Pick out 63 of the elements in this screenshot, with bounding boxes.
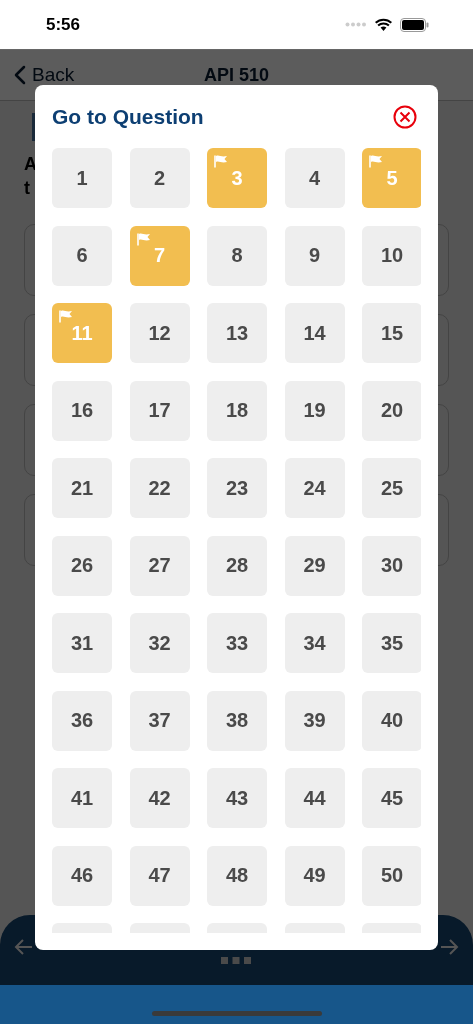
question-tile[interactable]: 19 <box>284 380 345 441</box>
question-tile[interactable]: 49 <box>284 845 345 906</box>
question-tile[interactable]: 2 <box>129 148 190 208</box>
question-tile[interactable]: 15 <box>362 303 421 363</box>
arrow-right-icon[interactable] <box>439 937 459 957</box>
question-tile[interactable]: 40 <box>362 690 421 751</box>
question-tile[interactable]: 38 <box>207 690 267 751</box>
dialog-title: Go to Question <box>52 104 204 129</box>
status-time: 5:56 <box>46 14 81 35</box>
flag-icon <box>136 232 151 246</box>
question-tile[interactable]: 14 <box>284 303 345 363</box>
question-tile[interactable]: 12 <box>129 303 190 363</box>
question-tile[interactable]: 33 <box>207 613 267 673</box>
close-icon[interactable] <box>393 104 417 129</box>
question-tile[interactable]: 34 <box>284 613 345 673</box>
question-tile[interactable]: 42 <box>129 768 190 828</box>
battery-icon <box>400 17 429 32</box>
question-tile[interactable]: 1 <box>52 148 112 208</box>
flag-icon <box>369 155 383 168</box>
question-tile[interactable]: 45 <box>362 768 421 828</box>
question-tile[interactable]: 48 <box>207 845 267 906</box>
question-tile[interactable]: 35 <box>362 613 421 673</box>
question-tile[interactable]: 44 <box>284 768 345 828</box>
question-tile[interactable]: 41 <box>52 768 112 828</box>
wifi-icon <box>375 18 392 31</box>
chevron-left-icon <box>14 65 26 85</box>
question-tile[interactable]: 18 <box>207 380 267 441</box>
question-tile[interactable]: 27 <box>129 535 190 596</box>
question-tile[interactable]: 20 <box>362 380 421 441</box>
question-tile[interactable]: 37 <box>129 690 190 751</box>
question-tile[interactable]: 10 <box>362 225 421 286</box>
question-tile[interactable]: 47 <box>129 845 190 906</box>
question-tile[interactable]: 26 <box>52 535 112 596</box>
question-tile[interactable]: 4 <box>284 148 345 208</box>
flag-icon <box>59 310 73 323</box>
flag-icon <box>214 155 228 168</box>
question-tile[interactable]: 24 <box>284 458 345 518</box>
question-tile[interactable]: 31 <box>52 613 112 673</box>
signal-icon <box>345 22 367 27</box>
question-tile[interactable]: 21 <box>52 458 112 518</box>
question-tile[interactable]: 9 <box>284 225 345 286</box>
arrow-left-icon[interactable] <box>14 937 34 957</box>
question-tile[interactable]: 6 <box>52 225 112 286</box>
nav-title: API 510 <box>204 64 269 86</box>
question-tile[interactable]: 28 <box>207 535 267 596</box>
question-tile[interactable]: 22 <box>129 458 190 518</box>
question-text: A <box>24 153 37 176</box>
question-tile[interactable]: 30 <box>362 535 421 596</box>
question-tile[interactable]: 32 <box>129 613 190 673</box>
question-tile[interactable]: 46 <box>52 845 112 906</box>
question-tile[interactable]: 16 <box>52 380 112 441</box>
question-tile[interactable]: 39 <box>284 690 345 751</box>
question-tile[interactable]: 29 <box>284 535 345 596</box>
question-tile[interactable]: 50 <box>362 845 421 906</box>
question-tile[interactable]: 23 <box>207 458 267 518</box>
more-icon[interactable] <box>221 957 252 965</box>
question-tile[interactable]: 36 <box>52 690 112 751</box>
question-tile[interactable]: 17 <box>129 380 190 441</box>
question-text: t <box>24 177 30 200</box>
question-tile[interactable]: 8 <box>207 225 267 286</box>
question-tile[interactable]: 43 <box>207 768 267 828</box>
question-tile[interactable]: 13 <box>207 303 267 363</box>
question-tile[interactable]: 25 <box>362 458 421 518</box>
